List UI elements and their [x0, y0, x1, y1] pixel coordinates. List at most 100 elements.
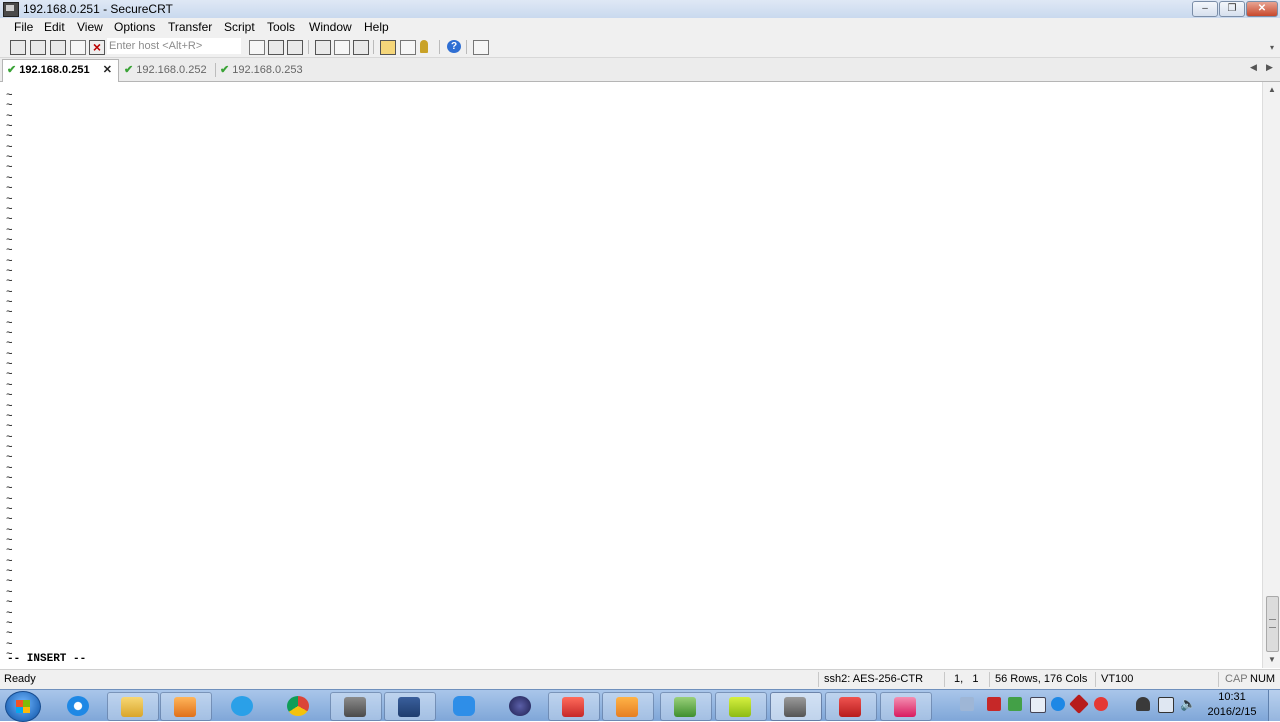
- toolbar-overflow-icon[interactable]: ▾: [1270, 43, 1274, 52]
- taskbar-orange-app[interactable]: [602, 692, 654, 721]
- menu-tools[interactable]: Tools: [267, 20, 295, 34]
- windows-tray-icon[interactable]: [1030, 697, 1046, 713]
- taskbar-m-app[interactable]: [715, 692, 767, 721]
- minimize-button[interactable]: –: [1192, 1, 1218, 17]
- menu-view[interactable]: View: [77, 20, 103, 34]
- tool-app-icon: [344, 697, 366, 717]
- securecrt-app-icon[interactable]: [3, 2, 19, 17]
- toolbar-separator: [373, 40, 374, 54]
- empty-line-tilde: ~: [6, 514, 13, 527]
- terminal-scrollbar[interactable]: ▲ ▼: [1262, 82, 1280, 668]
- menu-bar: File Edit View Options Transfer Script T…: [0, 18, 1280, 37]
- empty-line-tilde: ~: [6, 545, 13, 558]
- tab-scroll-right-icon[interactable]: ▶: [1266, 62, 1273, 73]
- print-icon[interactable]: [315, 40, 331, 55]
- taskbar-red-app[interactable]: [548, 692, 600, 721]
- disconnect-icon[interactable]: ×: [89, 40, 105, 55]
- diamond-tray-icon[interactable]: [1069, 694, 1089, 714]
- clock-time: 10:31: [1218, 691, 1246, 703]
- taskbar-red-tool[interactable]: [825, 692, 877, 721]
- tab-close-icon[interactable]: ✕: [103, 60, 112, 80]
- scroll-down-icon[interactable]: ▼: [1268, 655, 1276, 664]
- taskbar-media-player[interactable]: [160, 692, 212, 721]
- global-options-icon[interactable]: [400, 40, 416, 55]
- close-window-button[interactable]: ✕: [1246, 1, 1278, 17]
- app-lock-icon: [398, 697, 420, 717]
- help-icon[interactable]: ?: [447, 40, 461, 53]
- menu-edit[interactable]: Edit: [44, 20, 65, 34]
- empty-line-tilde: ~: [6, 597, 13, 610]
- cloud-tray-icon[interactable]: [1051, 697, 1065, 711]
- terminal-area[interactable]: -- INSERT -- ~ ~ ~ ~ ~ ~ ~ ~ ~ ~ ~ ~ ~ ~ ~ ~ ~ ~ ~ ~ ~ ~ ~ ~ ~ ~ ~…: [0, 82, 1262, 668]
- status-separator: [818, 672, 819, 687]
- title-bar: 192.168.0.251 - SecureCRT – ❐ ✕: [0, 0, 1280, 18]
- tab-192-168-0-251[interactable]: ✔ 192.168.0.251 ✕: [2, 59, 119, 82]
- connected-check-icon: ✔: [220, 64, 230, 76]
- menu-help[interactable]: Help: [364, 20, 389, 34]
- show-desktop-button[interactable]: [1268, 690, 1280, 721]
- restore-button[interactable]: ❐: [1219, 1, 1245, 17]
- menu-window[interactable]: Window: [309, 20, 352, 34]
- connect-icon[interactable]: [10, 40, 26, 55]
- taskbar-eclipse[interactable]: [496, 692, 546, 719]
- security-tray-icon[interactable]: [1008, 697, 1022, 711]
- copy-icon[interactable]: [249, 40, 265, 55]
- tab-192-168-0-253[interactable]: ✔ 192.168.0.253: [220, 60, 312, 80]
- paste-icon[interactable]: [268, 40, 284, 55]
- taskbar-cloud-sync[interactable]: [218, 692, 268, 719]
- red-tray-icon[interactable]: [1094, 697, 1108, 711]
- pdf-app-icon: [674, 697, 696, 717]
- menu-file[interactable]: File: [14, 20, 33, 34]
- windows-logo-icon: [16, 700, 30, 713]
- clock-date: 2016/2/15: [1207, 706, 1257, 718]
- enter-host-input[interactable]: [107, 38, 241, 54]
- system-clock[interactable]: 10:31 2016/2/15: [1202, 690, 1262, 720]
- taskbar-feather-app[interactable]: [440, 692, 490, 719]
- keyboard-tray-icon[interactable]: [960, 697, 974, 711]
- reconnect-icon[interactable]: [70, 40, 86, 55]
- taskbar-pink-tool[interactable]: [880, 692, 932, 721]
- print-setup-icon[interactable]: [353, 40, 369, 55]
- taskbar-securecrt[interactable]: [770, 692, 822, 721]
- print-selection-icon[interactable]: [334, 40, 350, 55]
- antivirus-tray-icon[interactable]: [987, 697, 1001, 711]
- taskbar-app-lock[interactable]: [384, 692, 436, 721]
- securecrt-icon: [784, 697, 806, 717]
- pink-tool-icon: [894, 697, 916, 717]
- scroll-up-icon[interactable]: ▲: [1268, 85, 1276, 94]
- empty-line-tilde: ~: [6, 214, 13, 227]
- taskbar: 🔈 10:31 2016/2/15: [0, 689, 1280, 722]
- status-encryption: ssh2: AES-256-CTR: [824, 673, 924, 685]
- taskbar-tool-app[interactable]: [330, 692, 382, 721]
- empty-line-tilde: ~: [6, 307, 13, 320]
- network-icon[interactable]: [1158, 697, 1174, 713]
- empty-line-tilde: ~: [6, 607, 13, 620]
- taskbar-internet-explorer[interactable]: [54, 692, 104, 719]
- menu-transfer[interactable]: Transfer: [168, 20, 212, 34]
- status-terminal-size: 56 Rows, 176 Cols: [995, 673, 1088, 685]
- toolbar: × ? ▾: [0, 37, 1280, 58]
- session-options-icon[interactable]: [380, 40, 396, 55]
- tab-scroll-left-icon[interactable]: ◀: [1250, 62, 1257, 73]
- tab-192-168-0-252[interactable]: ✔ 192.168.0.252: [124, 60, 216, 80]
- action-center-icon[interactable]: [1136, 697, 1150, 711]
- taskbar-pdf-app[interactable]: [660, 692, 712, 721]
- toolbar-separator: [439, 40, 440, 54]
- menu-script[interactable]: Script: [224, 20, 255, 34]
- empty-line-tilde: ~: [6, 100, 13, 113]
- scrollbar-thumb[interactable]: [1266, 596, 1279, 652]
- find-icon[interactable]: [287, 40, 303, 55]
- menu-options[interactable]: Options: [114, 20, 155, 34]
- key-icon[interactable]: [420, 40, 428, 53]
- taskbar-file-explorer[interactable]: [107, 692, 159, 721]
- volume-icon[interactable]: 🔈: [1180, 697, 1196, 711]
- keymap-icon[interactable]: [473, 40, 489, 55]
- connect-in-tab-icon[interactable]: [50, 40, 66, 55]
- taskbar-chrome[interactable]: [274, 692, 324, 719]
- quick-connect-icon[interactable]: [30, 40, 46, 55]
- start-button[interactable]: [5, 691, 41, 722]
- empty-line-tilde: ~: [6, 338, 13, 351]
- empty-line-tilde: ~: [6, 628, 13, 641]
- empty-line-tilde: ~: [6, 576, 13, 589]
- red-tool-icon: [839, 697, 861, 717]
